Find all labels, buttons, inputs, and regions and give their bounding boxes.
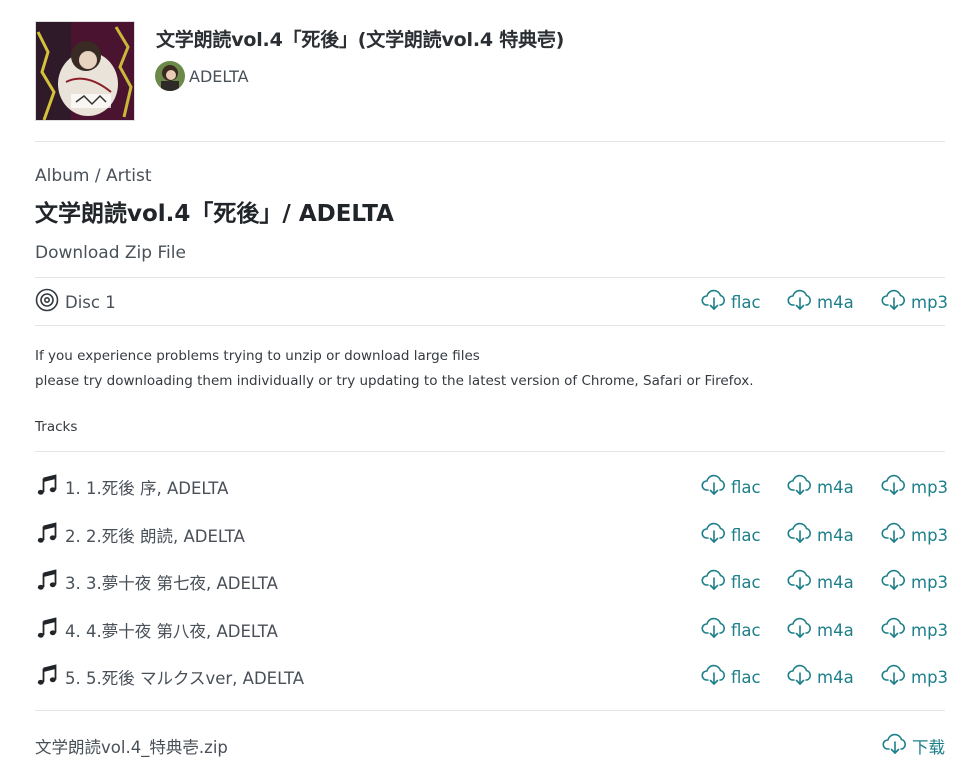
music-note-icon xyxy=(35,521,59,549)
cloud-download-icon xyxy=(881,474,911,500)
track-title: 1. 1.死後 序, ADELTA xyxy=(65,479,229,498)
cloud-download-icon xyxy=(787,289,817,315)
format-label: flac xyxy=(731,477,761,497)
cloud-download-icon xyxy=(881,617,911,643)
track-download-flac[interactable]: flac xyxy=(701,617,761,643)
track-download-m4a[interactable]: m4a xyxy=(787,474,854,500)
music-note-icon xyxy=(35,473,59,501)
disc-row: Disc 1 flac m4a mp3 xyxy=(35,284,949,320)
avatar xyxy=(155,61,185,91)
track-download-flac[interactable]: flac xyxy=(701,569,761,595)
cloud-download-icon xyxy=(787,569,817,595)
format-label: mp3 xyxy=(911,525,949,545)
artist-link[interactable]: ADELTA xyxy=(155,61,249,91)
track-download-flac[interactable]: flac xyxy=(701,664,761,690)
music-note-icon xyxy=(35,663,59,691)
cloud-download-icon xyxy=(881,522,911,548)
disc-download-mp3[interactable]: mp3 xyxy=(881,289,949,315)
format-label: m4a xyxy=(817,667,854,687)
format-label: mp3 xyxy=(911,477,949,497)
cloud-download-icon xyxy=(701,522,731,548)
cloud-download-icon xyxy=(787,664,817,690)
disc-download-flac[interactable]: flac xyxy=(701,289,761,315)
page-title: 文学朗読vol.4「死後」(文学朗読vol.4 特典壱) xyxy=(156,29,565,51)
cloud-download-icon xyxy=(882,733,912,759)
divider xyxy=(35,325,945,326)
track-download-m4a[interactable]: m4a xyxy=(787,569,854,595)
track-download-m4a[interactable]: m4a xyxy=(787,617,854,643)
disc-icon xyxy=(35,288,59,316)
format-label: m4a xyxy=(817,525,854,545)
extra-file-name: 文学朗読vol.4_特典壱.zip xyxy=(35,738,228,757)
divider xyxy=(35,141,945,142)
cloud-download-icon xyxy=(787,522,817,548)
track-title: 2. 2.死後 朗読, ADELTA xyxy=(65,527,245,546)
album-cover xyxy=(35,21,135,121)
format-label: mp3 xyxy=(911,620,949,640)
track-download-m4a[interactable]: m4a xyxy=(787,522,854,548)
cloud-download-icon xyxy=(701,664,731,690)
music-note-icon xyxy=(35,616,59,644)
format-label: flac xyxy=(731,620,761,640)
track-download-mp3[interactable]: mp3 xyxy=(881,522,949,548)
cloud-download-icon xyxy=(787,474,817,500)
format-label: m4a xyxy=(817,292,854,312)
track-row: 4. 4.夢十夜 第八夜, ADELTA flac m4a mp3 xyxy=(35,612,949,648)
disc-download-m4a[interactable]: m4a xyxy=(787,289,854,315)
track-row: 5. 5.死後 マルクスver, ADELTA flac m4a mp3 xyxy=(35,659,949,695)
extra-file-row: 文学朗読vol.4_特典壱.zip 下载 xyxy=(35,728,945,764)
format-label: mp3 xyxy=(911,572,949,592)
download-help-note: If you experience problems trying to unz… xyxy=(35,344,754,394)
cloud-download-icon xyxy=(787,617,817,643)
disc-label: Disc 1 xyxy=(65,292,116,312)
music-note-icon xyxy=(35,568,59,596)
divider xyxy=(35,451,945,452)
format-label: flac xyxy=(731,572,761,592)
divider xyxy=(35,277,945,278)
format-label: m4a xyxy=(817,477,854,497)
cloud-download-icon xyxy=(701,569,731,595)
track-title: 3. 3.夢十夜 第七夜, ADELTA xyxy=(65,574,278,593)
cloud-download-icon xyxy=(701,289,731,315)
format-label: mp3 xyxy=(911,667,949,687)
track-download-mp3[interactable]: mp3 xyxy=(881,617,949,643)
track-title: 5. 5.死後 マルクスver, ADELTA xyxy=(65,669,305,688)
section-label: Album / Artist xyxy=(35,166,152,186)
format-label: flac xyxy=(731,292,761,312)
format-label: m4a xyxy=(817,572,854,592)
track-download-mp3[interactable]: mp3 xyxy=(881,474,949,500)
format-label: flac xyxy=(731,667,761,687)
cloud-download-icon xyxy=(701,617,731,643)
track-download-flac[interactable]: flac xyxy=(701,474,761,500)
track-download-mp3[interactable]: mp3 xyxy=(881,664,949,690)
cloud-download-icon xyxy=(881,289,911,315)
track-row: 1. 1.死後 序, ADELTA flac m4a mp3 xyxy=(35,469,949,505)
cloud-download-icon xyxy=(701,474,731,500)
format-label: mp3 xyxy=(911,292,949,312)
note-line: please try downloading them individually… xyxy=(35,373,754,389)
download-zip-label: Download Zip File xyxy=(35,243,186,263)
divider xyxy=(35,710,945,711)
download-label: 下载 xyxy=(912,738,945,757)
format-label: flac xyxy=(731,525,761,545)
cloud-download-icon xyxy=(881,569,911,595)
album-title: 文学朗読vol.4「死後」/ ADELTA xyxy=(35,201,394,227)
track-download-mp3[interactable]: mp3 xyxy=(881,569,949,595)
artist-name: ADELTA xyxy=(189,66,249,86)
track-title: 4. 4.夢十夜 第八夜, ADELTA xyxy=(65,622,278,641)
track-download-m4a[interactable]: m4a xyxy=(787,664,854,690)
cloud-download-icon xyxy=(881,664,911,690)
extra-file-download-button[interactable]: 下载 xyxy=(882,733,945,759)
tracks-label: Tracks xyxy=(35,419,78,435)
format-label: m4a xyxy=(817,620,854,640)
track-row: 2. 2.死後 朗読, ADELTA flac m4a mp3 xyxy=(35,517,949,553)
track-row: 3. 3.夢十夜 第七夜, ADELTA flac m4a mp3 xyxy=(35,564,949,600)
track-download-flac[interactable]: flac xyxy=(701,522,761,548)
note-line: If you experience problems trying to unz… xyxy=(35,348,480,364)
